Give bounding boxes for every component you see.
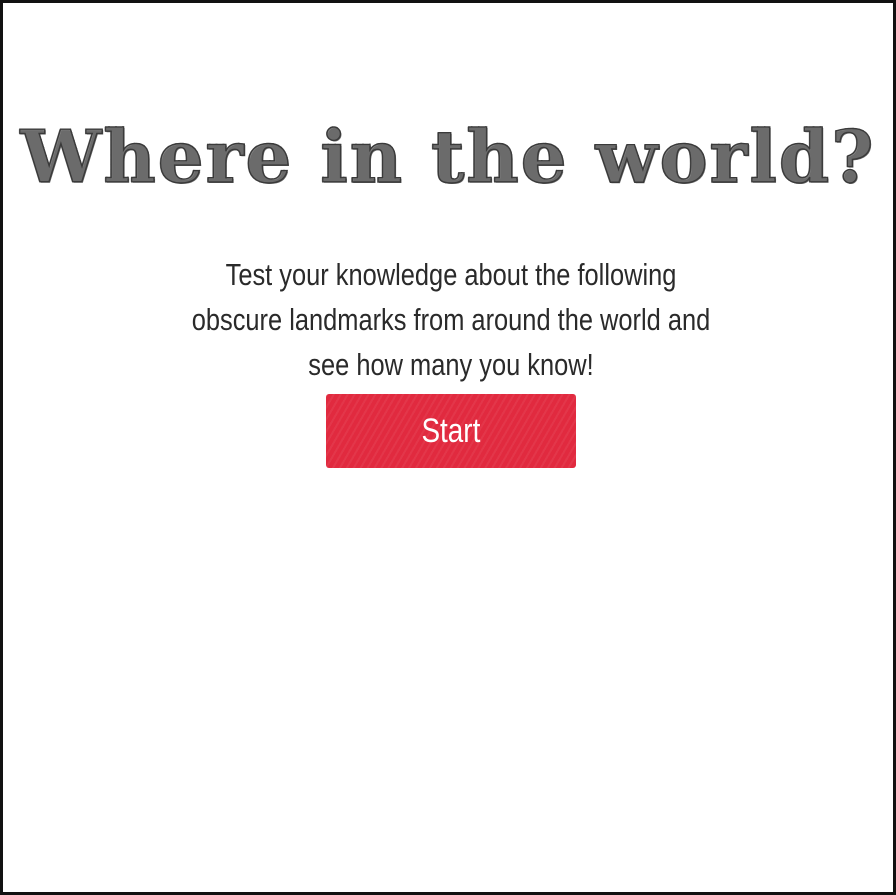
- start-button[interactable]: Start: [326, 394, 576, 468]
- intro-text: Test your knowledge about the following …: [191, 257, 711, 382]
- quiz-frame: Where in the world? Test your knowledge …: [0, 0, 896, 895]
- start-button-label: Start: [421, 412, 481, 450]
- page-title: Where in the world?: [3, 111, 893, 203]
